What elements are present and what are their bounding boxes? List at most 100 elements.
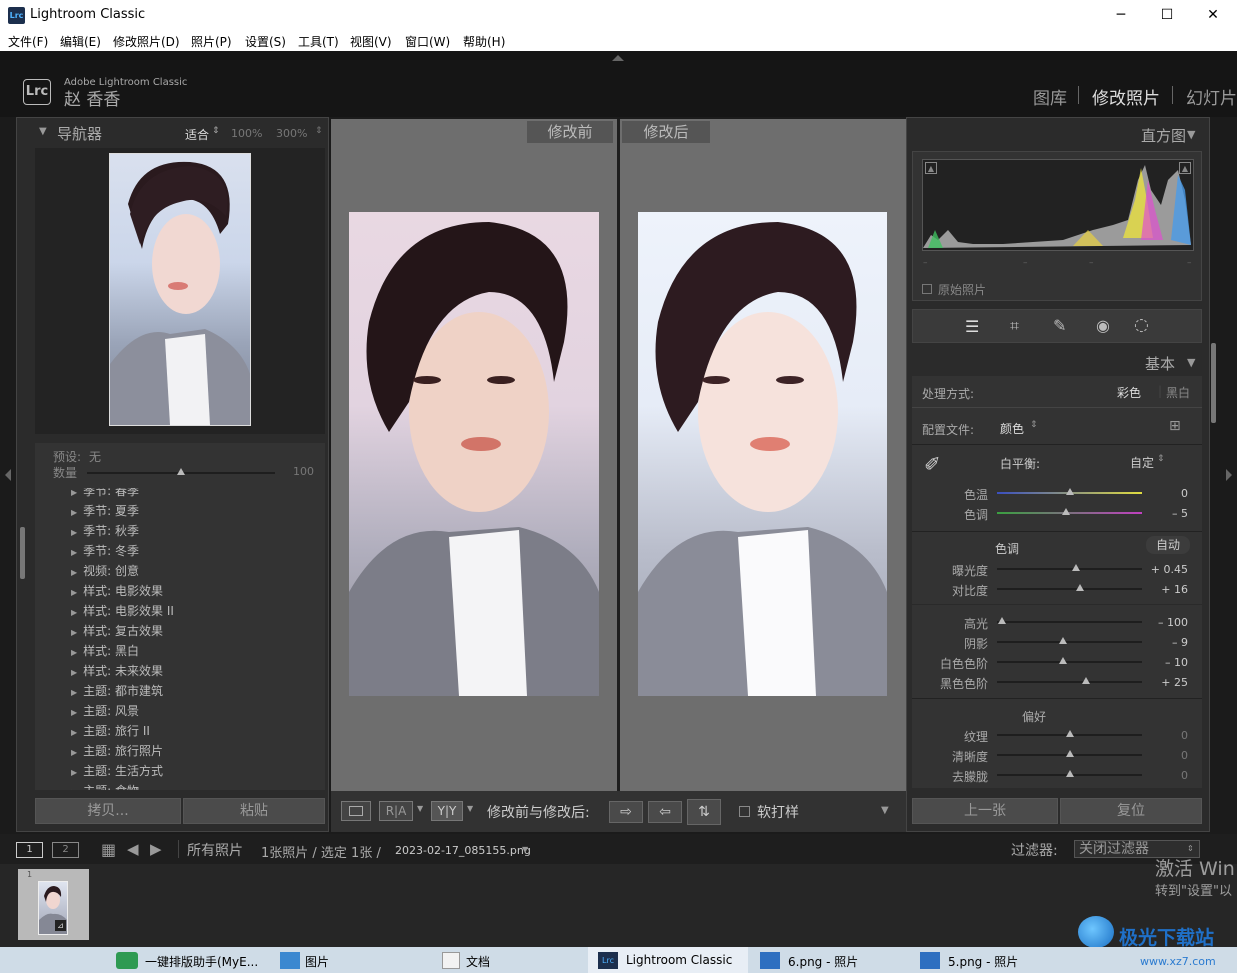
- treatment-bw[interactable]: 黑白: [1166, 384, 1190, 401]
- menu-help[interactable]: 帮助(H): [463, 33, 505, 50]
- menu-photo[interactable]: 照片(P): [191, 33, 232, 50]
- histogram-collapse-icon[interactable]: ▼: [1187, 128, 1195, 141]
- copy-button[interactable]: 拷贝...: [35, 798, 181, 824]
- preset-item[interactable]: 主题: 生活方式: [71, 762, 163, 779]
- grid-icon[interactable]: ▦: [101, 840, 116, 859]
- dehaze-slider-thumb[interactable]: [1066, 770, 1074, 777]
- zoom-100[interactable]: 100%: [231, 127, 262, 140]
- healing-icon[interactable]: ✎: [1053, 316, 1066, 335]
- taskbar-item[interactable]: 图片: [305, 953, 329, 970]
- before-photo[interactable]: [349, 212, 599, 696]
- navigator-preview[interactable]: [35, 148, 325, 434]
- shadows-slider-track[interactable]: [997, 641, 1142, 643]
- contrast-slider-track[interactable]: [997, 588, 1142, 590]
- filter-chevron-icon[interactable]: ⇕: [1187, 844, 1194, 853]
- preset-item[interactable]: 季节: 春季: [71, 488, 139, 499]
- original-photo-checkbox[interactable]: [922, 284, 932, 294]
- swap-icon[interactable]: ⇅: [687, 799, 721, 825]
- menu-file[interactable]: 文件(F): [8, 33, 48, 50]
- menu-edit[interactable]: 编辑(E): [60, 33, 101, 50]
- menu-settings[interactable]: 设置(S): [245, 33, 286, 50]
- filmstrip-thumbnail[interactable]: 1 ⊿: [18, 869, 89, 940]
- crop-icon[interactable]: ⌗: [1010, 316, 1019, 336]
- masking-icon[interactable]: ◌: [1134, 315, 1149, 335]
- blacks-slider-track[interactable]: [997, 681, 1142, 683]
- paste-button[interactable]: 粘贴: [183, 798, 325, 824]
- temp-slider-thumb[interactable]: [1066, 488, 1074, 495]
- secondary-window-button[interactable]: 2: [52, 842, 79, 858]
- module-library[interactable]: 图库: [1033, 84, 1067, 109]
- whites-slider-thumb[interactable]: [1059, 657, 1067, 664]
- adjust-sliders-icon[interactable]: ☰: [965, 317, 979, 336]
- treatment-color[interactable]: 彩色: [1117, 384, 1141, 401]
- module-develop[interactable]: 修改照片: [1092, 84, 1160, 109]
- auto-tone-button[interactable]: 自动: [1146, 536, 1190, 554]
- dropdown-icon[interactable]: ▼: [417, 804, 423, 813]
- red-eye-icon[interactable]: ◉: [1096, 316, 1110, 335]
- filename[interactable]: 2023-02-17_085155.png: [395, 844, 531, 857]
- wb-chevron-icon[interactable]: ⇕: [1157, 454, 1165, 464]
- contrast-slider-thumb[interactable]: [1076, 584, 1084, 591]
- dropdown-icon[interactable]: ▼: [467, 804, 473, 813]
- preset-item[interactable]: 季节: 夏季: [71, 502, 139, 519]
- reset-button[interactable]: 复位: [1060, 798, 1202, 824]
- maximize-button[interactable]: ☐: [1144, 0, 1190, 31]
- preset-item[interactable]: 样式: 电影效果: [71, 582, 163, 599]
- collapse-top-icon[interactable]: [612, 55, 624, 61]
- shadows-slider-thumb[interactable]: [1059, 637, 1067, 644]
- previous-button[interactable]: 上一张: [912, 798, 1058, 824]
- preset-item[interactable]: 主题: 旅行照片: [71, 742, 163, 759]
- before-after-yy-button[interactable]: Y|Y: [431, 801, 463, 821]
- preset-item[interactable]: 样式: 复古效果: [71, 622, 163, 639]
- eyedropper-icon[interactable]: ✐: [924, 452, 941, 476]
- preset-item[interactable]: 主题: 都市建筑: [71, 682, 163, 699]
- collapse-right-icon[interactable]: [1226, 469, 1232, 481]
- forward-arrow-icon[interactable]: ▶: [150, 840, 162, 858]
- collapse-left-icon[interactable]: [5, 469, 11, 481]
- left-scrollbar[interactable]: [20, 527, 25, 579]
- taskbar-item[interactable]: 5.png - 照片: [948, 953, 1018, 970]
- profile-value[interactable]: 颜色: [1000, 420, 1024, 437]
- preset-item[interactable]: 主题: 旅行 II: [71, 722, 150, 739]
- highlights-slider-track[interactable]: [997, 621, 1142, 623]
- before-after-lr-button[interactable]: R|A: [379, 801, 413, 821]
- profile-chevron-icon[interactable]: ⇕: [1030, 420, 1038, 430]
- menu-develop[interactable]: 修改照片(D): [113, 33, 180, 50]
- copy-after-to-before-icon[interactable]: ⇦: [648, 801, 682, 823]
- preset-item[interactable]: 季节: 冬季: [71, 542, 139, 559]
- amount-slider-thumb[interactable]: [177, 468, 185, 475]
- zoom-300[interactable]: 300%: [276, 127, 307, 140]
- menu-view[interactable]: 视图(V): [350, 33, 392, 50]
- taskbar-item[interactable]: 6.png - 照片: [788, 953, 858, 970]
- filename-dropdown-icon[interactable]: ▼: [522, 845, 528, 854]
- exposure-slider-thumb[interactable]: [1072, 564, 1080, 571]
- navigator-collapse-icon[interactable]: ▼: [39, 126, 47, 137]
- preset-item[interactable]: 季节: 秋季: [71, 522, 139, 539]
- clarity-slider-thumb[interactable]: [1066, 750, 1074, 757]
- preset-item[interactable]: 视频: 创意: [71, 562, 139, 579]
- whites-slider-track[interactable]: [997, 661, 1142, 663]
- copy-before-to-after-icon[interactable]: ⇨: [609, 801, 643, 823]
- exposure-slider-track[interactable]: [997, 568, 1142, 570]
- preset-item[interactable]: 样式: 黑白: [71, 642, 139, 659]
- source-label[interactable]: 所有照片: [187, 840, 243, 860]
- module-slideshow[interactable]: 幻灯片: [1186, 84, 1237, 109]
- preset-item[interactable]: 样式: 未来效果: [71, 662, 163, 679]
- minimize-button[interactable]: ─: [1098, 0, 1144, 31]
- basic-collapse-icon[interactable]: ▼: [1187, 356, 1195, 369]
- highlights-slider-thumb[interactable]: [998, 617, 1006, 624]
- wb-value[interactable]: 自定: [1130, 454, 1154, 471]
- toolbar-menu-icon[interactable]: ▼: [881, 805, 889, 816]
- preset-item[interactable]: 主题: 风景: [71, 702, 139, 719]
- preset-item[interactable]: 样式: 电影效果 II: [71, 602, 174, 619]
- loupe-view-button[interactable]: [341, 801, 371, 821]
- zoom-fit[interactable]: 适合: [185, 126, 209, 143]
- preset-item[interactable]: 主题: 食物: [71, 782, 139, 790]
- tint-slider-thumb[interactable]: [1062, 508, 1070, 515]
- texture-slider-thumb[interactable]: [1066, 730, 1074, 737]
- right-scrollbar[interactable]: [1211, 343, 1216, 423]
- menu-tools[interactable]: 工具(T): [298, 33, 339, 50]
- taskbar-item[interactable]: 文档: [466, 953, 490, 970]
- after-photo[interactable]: [638, 212, 887, 696]
- zoom-more-icon[interactable]: ⇕: [315, 126, 323, 136]
